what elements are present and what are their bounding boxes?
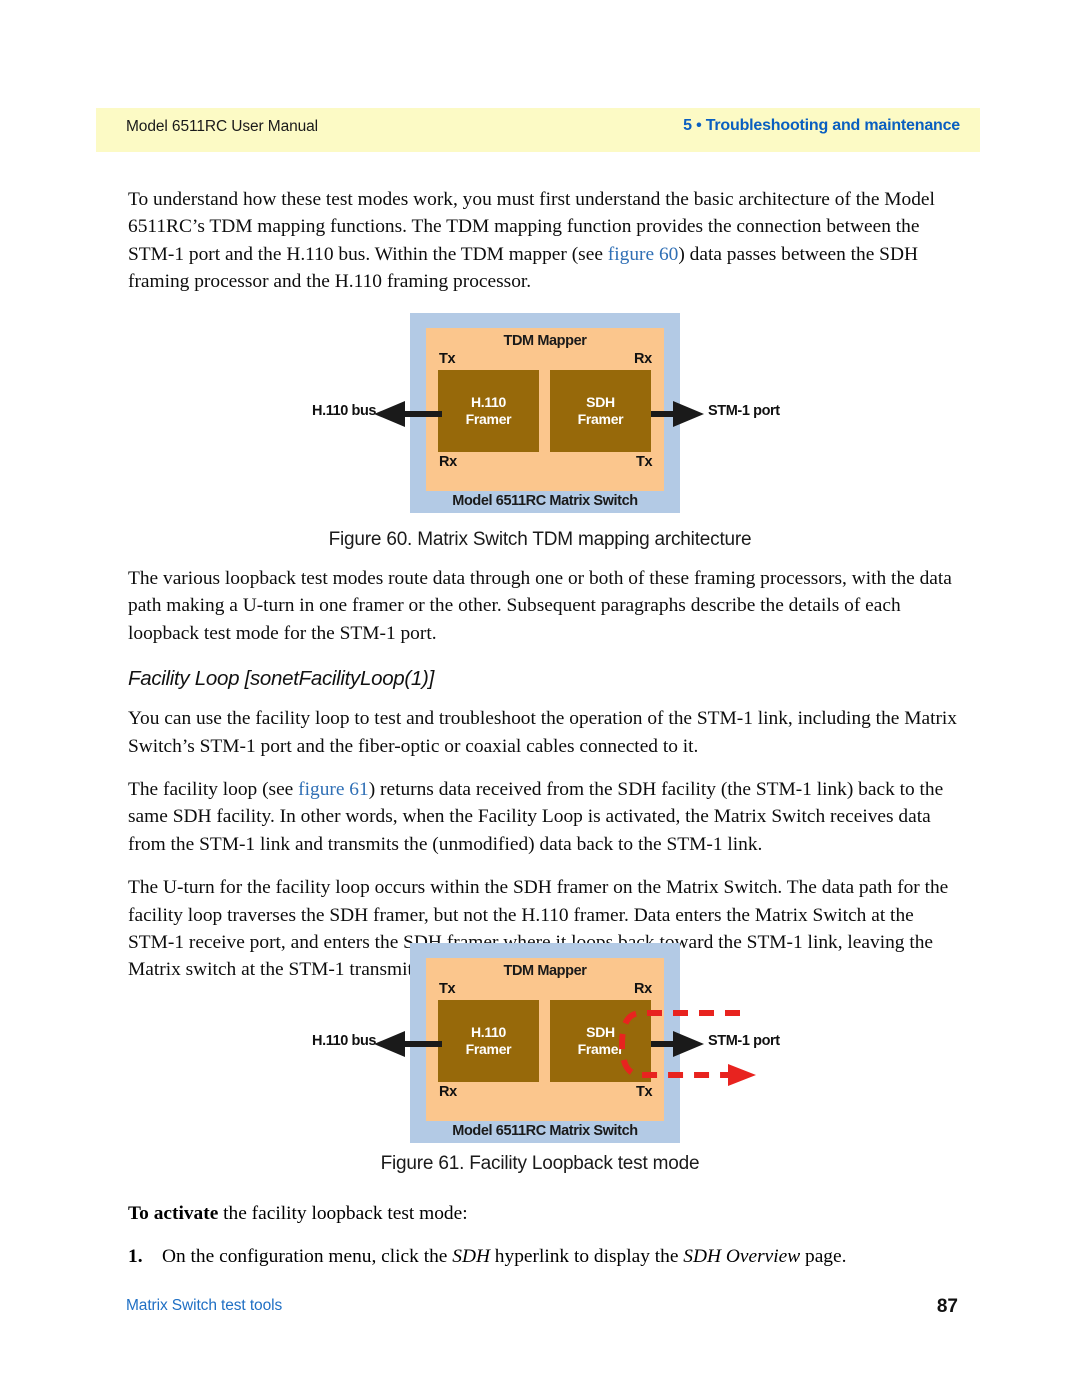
steps-content: To activate the facility loopback test m…: [128, 1200, 960, 1271]
step-1-text-b: hyperlink to display the: [489, 1246, 684, 1268]
footer-section-label: Matrix Switch test tools: [126, 1297, 283, 1314]
paragraph-loopback-modes: The various loopback test modes route da…: [128, 568, 952, 644]
activate-bold-label: To activate: [128, 1203, 219, 1224]
fig60-left-arrow-icon: [374, 401, 442, 427]
figure-60-link[interactable]: figure 60: [608, 244, 679, 265]
step-1-number: 1.: [128, 1246, 143, 1268]
paragraph-intro: To understand how these test modes work,…: [128, 186, 960, 296]
intro-content: To understand how these test modes work,…: [128, 186, 960, 312]
figure-60-caption: Figure 60. Matrix Switch TDM mapping arc…: [328, 529, 752, 550]
facility2-text-a: The facility loop (see: [128, 779, 299, 801]
section-heading-facility-loop: Facility Loop [sonetFacilityLoop(1)]: [128, 667, 434, 691]
step-item-1: 1. On the configuration menu, click the …: [128, 1243, 960, 1270]
middle-content: The various loopback test modes route da…: [128, 565, 960, 1000]
step-1-italic-sdh: SDH: [452, 1246, 490, 1268]
paragraph-facility-2: The facility loop (see figure 61) return…: [128, 776, 960, 858]
fig60-right-arrow-icon: [651, 401, 704, 427]
figure-61-diagram: TDM Mapper Model 6511RC Matrix Switch H.…: [310, 943, 780, 1153]
paragraph-facility-1: You can use the facility loop to test an…: [128, 708, 957, 757]
activate-instruction: To activate the facility loopback test m…: [128, 1200, 960, 1227]
step-1-text: On the configuration menu, click the SDH…: [162, 1243, 846, 1270]
fig61-right-arrow-icon: [651, 1031, 704, 1057]
figure-60-diagram: TDM Mapper Model 6511RC Matrix Switch H.…: [310, 313, 780, 523]
fig60-arrow-group: [374, 401, 704, 427]
activate-rest-text: the facility loopback test mode:: [218, 1203, 468, 1224]
header-chapter-title: 5 • Troubleshooting and maintenance: [683, 117, 960, 134]
figure-61-link[interactable]: figure 61: [298, 779, 369, 800]
step-1-text-c: page.: [800, 1246, 847, 1268]
step-1-italic-sdh-overview: SDH Overview: [683, 1246, 801, 1268]
figure-61-caption: Figure 61. Facility Loopback test mode: [380, 1153, 700, 1174]
fig61-arrow-group: [374, 1010, 756, 1086]
step-1-text-a: On the configuration menu, click the: [162, 1246, 453, 1268]
fig61-left-arrow-icon: [374, 1031, 442, 1057]
header-manual-title: Model 6511RC User Manual: [126, 118, 319, 135]
footer-page-number: 87: [936, 1296, 958, 1317]
